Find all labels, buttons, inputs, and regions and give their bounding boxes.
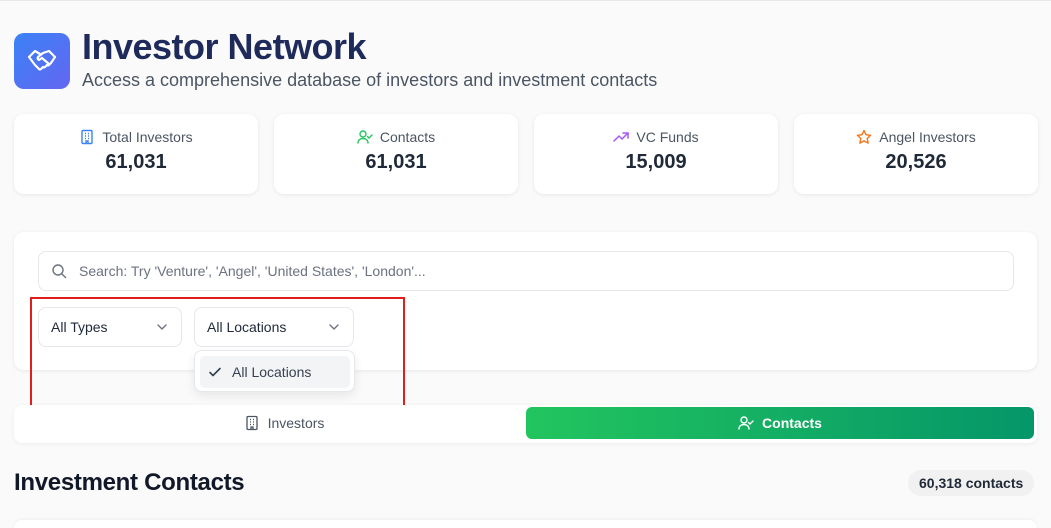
page-title: Investor Network [82,26,367,67]
tab-contacts[interactable]: Contacts [526,407,1034,439]
location-dropdown-menu: All Locations [194,350,355,392]
dropdown-option-all-locations[interactable]: All Locations [200,356,350,388]
tab-label: Investors [267,415,325,431]
chevron-down-icon [327,320,341,334]
search-box[interactable] [38,251,1014,291]
type-select[interactable]: All Types [38,307,182,347]
user-check-icon [738,415,754,431]
search-input[interactable] [79,263,979,279]
stat-label: VC Funds [636,129,699,145]
stat-value: 20,526 [885,151,947,173]
tab-label: Contacts [762,415,822,431]
stat-card-vc-funds: VC Funds 15,009 [534,114,778,194]
logo [14,33,70,89]
contacts-count-badge: 60,318 contacts [908,470,1035,496]
page-subtitle: Access a comprehensive database of inves… [82,70,658,90]
location-select-value: All Locations [207,319,287,335]
star-icon [856,129,872,145]
building-icon [79,129,95,145]
building-icon [244,415,260,431]
handshake-icon [27,48,57,74]
search-icon [51,262,69,280]
chevron-down-icon [155,320,169,334]
contacts-list-card [14,520,1037,528]
top-border [0,0,1051,3]
stat-card-total-investors: Total Investors 61,031 [14,114,258,194]
check-icon [208,365,222,379]
stat-label: Total Investors [102,129,193,145]
stat-value: 61,031 [105,151,167,173]
stat-value: 61,031 [365,151,427,173]
dropdown-option-label: All Locations [232,364,312,380]
stat-label: Angel Investors [879,129,976,145]
user-check-icon [357,129,373,145]
trending-up-icon [613,129,630,145]
section-title: Investment Contacts [14,469,245,496]
stat-label: Contacts [379,129,436,145]
stat-value: 15,009 [625,151,687,173]
stat-card-contacts: Contacts 61,031 [274,114,518,194]
location-select[interactable]: All Locations [194,307,354,347]
type-select-value: All Types [51,319,108,335]
stat-card-angel-investors: Angel Investors 20,526 [794,114,1038,194]
tab-investors[interactable]: Investors [30,407,538,439]
